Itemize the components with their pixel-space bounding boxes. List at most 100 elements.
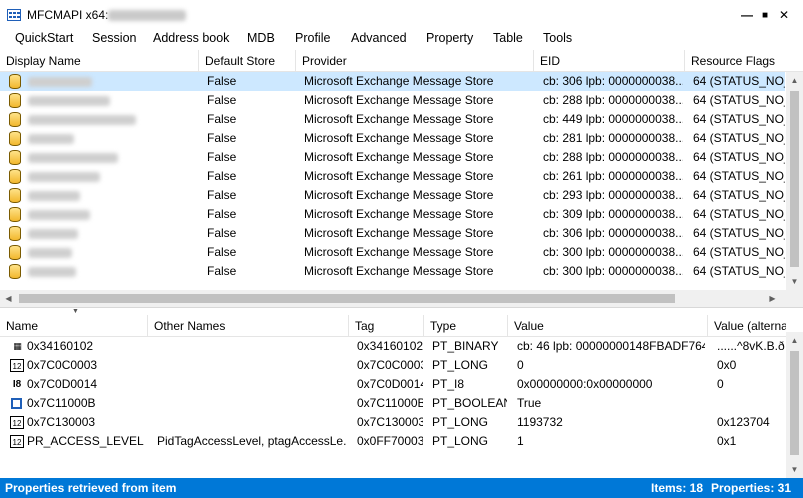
store-row[interactable]: False Microsoft Exchange Message Store cb:… [0, 167, 785, 186]
binary-icon: ▦ [13, 341, 22, 351]
provider-cell: Microsoft Exchange Message Store [304, 226, 494, 240]
menu-property[interactable]: Property [426, 31, 473, 45]
store-row[interactable]: False Microsoft Exchange Message Store cb:… [0, 205, 785, 224]
status-properties-count: Properties: 31 [711, 481, 792, 495]
property-name-cell: 0x7C11000B [27, 396, 96, 410]
column-header-tag[interactable]: Tag [349, 315, 424, 337]
scroll-left-arrow-icon[interactable]: ◀ [0, 290, 17, 307]
default-store-cell: False [207, 150, 237, 164]
scroll-right-arrow-icon[interactable]: ▶ [764, 290, 781, 307]
property-name-cell: 0x7C0D0014 [27, 377, 98, 391]
value-cell: 1193732 [517, 415, 563, 429]
menu-session[interactable]: Session [92, 31, 136, 45]
redacted-display-name [28, 77, 92, 87]
type-cell: PT_I8 [432, 377, 465, 391]
app-grid-icon [7, 9, 21, 21]
column-header-other-names[interactable]: Other Names [148, 315, 349, 337]
store-row[interactable]: False Microsoft Exchange Message Store cb:… [0, 243, 785, 262]
property-name-cell: 0x7C130003 [27, 415, 96, 429]
column-header-provider[interactable]: Provider [296, 50, 534, 72]
scroll-down-arrow-icon[interactable]: ▼ [786, 273, 803, 290]
menu-mdb[interactable]: MDB [247, 31, 275, 45]
message-store-icon [9, 188, 21, 203]
tag-cell: 0x7C11000B [357, 396, 423, 410]
store-row[interactable]: False Microsoft Exchange Message Store cb:… [0, 148, 785, 167]
menu-quickstart[interactable]: QuickStart [15, 31, 73, 45]
pane-splitter[interactable]: ▼ [0, 307, 803, 315]
eid-cell: cb: 293 lpb: 0000000038... [543, 188, 683, 202]
other-names-cell [157, 394, 347, 413]
store-row[interactable]: False Microsoft Exchange Message Store cb:… [0, 186, 785, 205]
store-row[interactable]: False Microsoft Exchange Message Store cb:… [0, 224, 785, 243]
maximize-button[interactable]: ■ [757, 7, 773, 23]
store-row[interactable]: False Microsoft Exchange Message Store cb:… [0, 129, 785, 148]
value-cell: 0x00000000:0x00000000 [517, 377, 653, 391]
scroll-down-arrow-icon[interactable]: ▼ [786, 461, 803, 478]
properties-vertical-scrollbar[interactable]: ▲ ▼ [786, 332, 803, 478]
property-name-cell: 0x7C0C0003 [27, 358, 98, 372]
property-row[interactable]: ▦ 0x34160102 0x34160102 PT_BINARY cb: 46 lpb… [0, 337, 785, 356]
eid-cell: cb: 306 lpb: 0000000038... [543, 226, 683, 240]
property-row[interactable]: 0x7C11000B 0x7C11000B PT_BOOLEAN True [0, 394, 785, 413]
column-header-type[interactable]: Type [424, 315, 508, 337]
provider-cell: Microsoft Exchange Message Store [304, 188, 494, 202]
message-store-icon [9, 207, 21, 222]
column-header-display-name[interactable]: Display Name [0, 50, 199, 72]
column-header-eid[interactable]: EID [534, 50, 685, 72]
menu-table[interactable]: Table [493, 31, 523, 45]
column-header-name[interactable]: Name [0, 315, 148, 337]
stores-hscroll-thumb[interactable] [19, 294, 675, 303]
resource-flags-cell: 64 (STATUS_NO_DEFAULT_STORE) [693, 245, 785, 259]
store-row[interactable]: False Microsoft Exchange Message Store cb:… [0, 72, 785, 91]
minimize-button[interactable]: — [739, 7, 755, 23]
redacted-title-suffix [108, 10, 186, 21]
stores-vertical-scrollbar[interactable]: ▲ ▼ [786, 72, 803, 290]
tag-cell: 0x7C0C0003 [357, 358, 423, 372]
resource-flags-cell: 64 (STATUS_NO_DEFAULT_STORE) [693, 74, 785, 88]
store-row[interactable]: False Microsoft Exchange Message Store cb:… [0, 262, 785, 281]
column-header-value-alternate[interactable]: Value (alternate view) [708, 315, 786, 337]
property-row[interactable]: 12 0x7C0C0003 0x7C0C0003 PT_LONG 0 0x0 [0, 356, 785, 375]
message-store-icon [9, 74, 21, 89]
sort-indicator-icon: ▼ [72, 308, 79, 315]
stores-vscroll-thumb[interactable] [790, 91, 799, 267]
default-store-cell: False [207, 264, 237, 278]
column-header-default-store[interactable]: Default Store [199, 50, 296, 72]
status-bar: Properties retrieved from item Items: 18… [0, 478, 803, 498]
message-store-icon [9, 112, 21, 127]
properties-table-header: Name Other Names Tag Type Value Value (a… [0, 315, 803, 337]
property-row[interactable]: I8 0x7C0D0014 0x7C0D0014 PT_I8 0x00000000:0x… [0, 375, 785, 394]
other-names-cell [157, 375, 347, 394]
property-name-cell: 0x34160102 [27, 339, 94, 353]
property-row[interactable]: 12 PR_ACCESS_LEVEL PidTagAccessLevel, ptag… [0, 432, 785, 451]
redacted-display-name [28, 248, 72, 258]
property-row[interactable]: 12 0x7C130003 0x7C130003 PT_LONG 1193732 0x12… [0, 413, 785, 432]
scroll-up-arrow-icon[interactable]: ▲ [786, 72, 803, 89]
eid-cell: cb: 288 lpb: 0000000038... [543, 93, 683, 107]
menu-tools[interactable]: Tools [543, 31, 572, 45]
message-store-icon [9, 131, 21, 146]
tag-cell: 0x0FF70003 [357, 434, 423, 448]
column-header-value[interactable]: Value [508, 315, 708, 337]
menu-address-book[interactable]: Address book [153, 31, 229, 45]
redacted-display-name [28, 153, 118, 163]
menu-bar: QuickStart Session Address book MDB Prof… [0, 30, 803, 48]
stores-horizontal-scrollbar[interactable]: ◀ ▶ [0, 290, 803, 307]
store-row[interactable]: False Microsoft Exchange Message Store cb:… [0, 110, 785, 129]
resource-flags-cell: 64 (STATUS_NO_DEFAULT_STORE) [693, 207, 785, 221]
close-button[interactable]: ✕ [776, 7, 792, 23]
value-alternate-cell: 0x123704 [717, 415, 770, 429]
type-cell: PT_LONG [432, 415, 489, 429]
store-row[interactable]: False Microsoft Exchange Message Store cb:… [0, 91, 785, 110]
column-header-resource-flags[interactable]: Resource Flags [685, 50, 786, 72]
status-items-count: Items: 18 [651, 481, 704, 495]
redacted-display-name [28, 172, 100, 182]
redacted-display-name [28, 210, 90, 220]
menu-advanced[interactable]: Advanced [351, 31, 407, 45]
menu-profile[interactable]: Profile [295, 31, 330, 45]
properties-vscroll-thumb[interactable] [790, 351, 799, 455]
scroll-up-arrow-icon[interactable]: ▲ [786, 332, 803, 349]
provider-cell: Microsoft Exchange Message Store [304, 150, 494, 164]
other-names-cell [157, 356, 347, 375]
type-cell: PT_LONG [432, 434, 489, 448]
